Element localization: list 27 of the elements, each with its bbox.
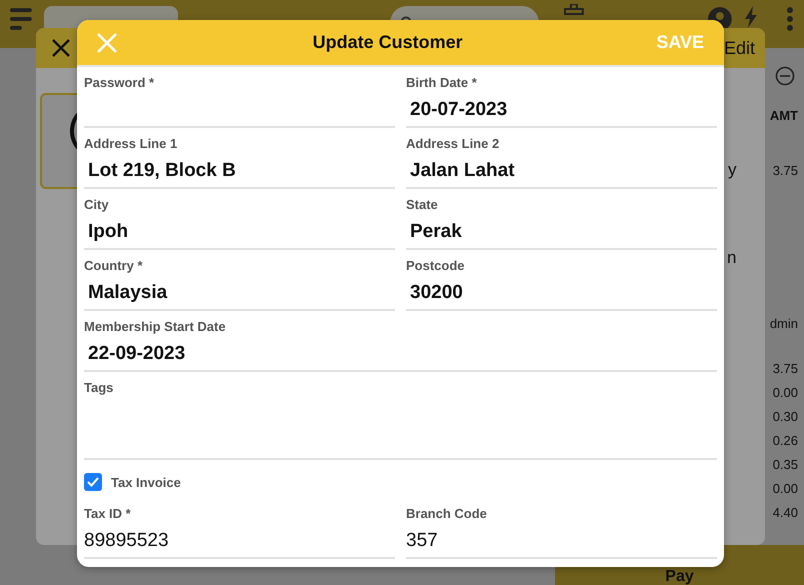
column-header: AMT <box>770 108 798 123</box>
amount-text: 0.35 <box>772 457 798 472</box>
field-label: Branch Code <box>406 506 487 521</box>
amount-text: 4.40 <box>772 505 798 520</box>
field-label: Country * <box>84 258 142 273</box>
field-label: Membership Start Date <box>84 319 226 334</box>
field-label: Address Line 2 <box>406 136 500 151</box>
field-label: Password * <box>84 75 154 90</box>
field-label: City <box>84 197 109 212</box>
field-label: Address Line 1 <box>84 136 178 151</box>
row-text: n <box>727 248 736 268</box>
amount-text: 3.75 <box>772 163 798 178</box>
field-label: Tax ID * <box>84 506 131 521</box>
dialog-title: Edit <box>724 38 755 58</box>
field-label: State <box>406 197 438 212</box>
amount-text: 0.00 <box>772 481 798 496</box>
amount-text: 0.26 <box>772 433 798 448</box>
dialog-title: Update Customer <box>312 32 464 53</box>
column-header: dmin <box>770 316 798 331</box>
field-label: Tags <box>84 380 114 395</box>
amount-text: 3.75 <box>772 361 798 376</box>
field-label: Birth Date * <box>406 75 477 90</box>
field-label: Postcode <box>406 258 465 273</box>
checkbox-label: Tax Invoice <box>111 474 181 490</box>
amount-text: 0.30 <box>772 409 798 424</box>
amount-text: 0.00 <box>772 385 798 400</box>
row-text: y <box>728 160 736 180</box>
